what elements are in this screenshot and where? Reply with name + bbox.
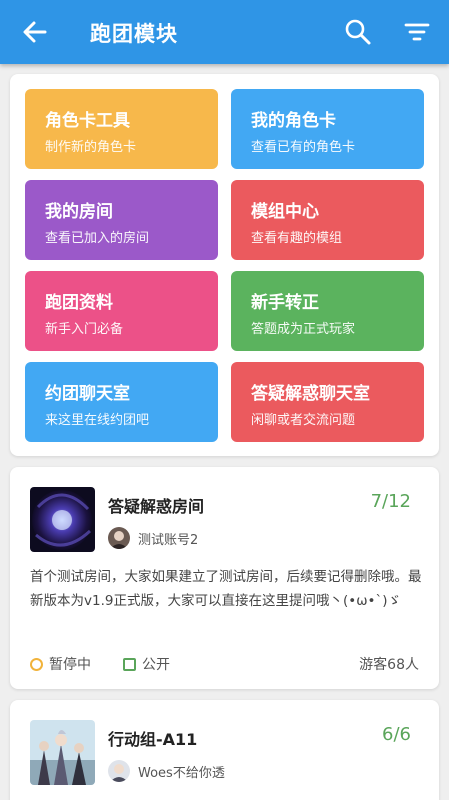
tile-title: 角色卡工具 [45,111,130,131]
avatar [108,760,130,782]
status-ring-icon [30,657,43,671]
room-visibility: 公开 [123,654,170,674]
room-status-label: 暂停中 [49,657,91,673]
tile-subtitle: 查看已加入的房间 [45,231,150,246]
visibility-square-icon [123,657,136,671]
room-name: 答疑解惑房间 [108,497,205,516]
tile-character-card-tool[interactable]: 角色卡工具 制作新的角色卡 [25,89,218,169]
room-thumbnail [30,720,95,785]
page-title: 跑团模块 [90,22,178,46]
tile-subtitle: 闲聊或者交流问题 [251,413,356,428]
room-name: 行动组-A11 [108,730,198,749]
tile-subtitle: 查看已有的角色卡 [251,140,356,155]
tile-subtitle: 来这里在线约团吧 [45,413,150,428]
room-player-count: 6/6 [382,724,411,745]
filter-icon[interactable] [402,17,432,47]
tile-title: 新手转正 [251,293,319,313]
tile-subtitle: 答题成为正式玩家 [251,322,356,337]
room-card[interactable]: 答疑解惑房间 7/12 测试账号2 首个测试房间，大家如果建立了测试房间，后续要… [10,467,439,689]
tile-my-character-cards[interactable]: 我的角色卡 查看已有的角色卡 [231,89,424,169]
tile-subtitle: 查看有趣的模组 [251,231,343,246]
room-card[interactable]: 行动组-A11 6/6 Woes不给你透 [10,700,439,800]
room-visibility-label: 公开 [142,657,170,673]
tile-subtitle: 新手入门必备 [45,322,124,337]
tile-title: 跑团资料 [45,293,113,313]
tile-newbie-promotion[interactable]: 新手转正 答题成为正式玩家 [231,271,424,351]
tile-title: 我的房间 [45,202,113,222]
search-icon[interactable] [343,17,373,47]
tile-title: 答疑解惑聊天室 [251,384,370,404]
tile-my-rooms[interactable]: 我的房间 查看已加入的房间 [25,180,218,260]
tile-subtitle: 制作新的角色卡 [45,140,137,155]
app-bar: 跑团模块 [0,0,449,64]
room-player-count: 7/12 [370,491,411,512]
room-owner: Woes不给你透 [138,766,225,781]
tile-title: 模组中心 [251,202,319,222]
tile-title: 我的角色卡 [251,111,336,131]
avatar [108,527,130,549]
room-owner: 测试账号2 [138,533,199,548]
tile-title: 约团聊天室 [45,384,130,404]
room-description: 首个测试房间，大家如果建立了测试房间，后续要记得删除哦。最新版本为v1.9正式版… [30,569,422,609]
room-guest-count: 游客68人 [359,657,419,673]
feature-grid: 角色卡工具 制作新的角色卡 我的角色卡 查看已有的角色卡 我的房间 查看已加入的… [10,74,439,456]
tile-module-center[interactable]: 模组中心 查看有趣的模组 [231,180,424,260]
room-status: 暂停中 [30,654,91,674]
tile-trpg-resources[interactable]: 跑团资料 新手入门必备 [25,271,218,351]
tile-qa-chat[interactable]: 答疑解惑聊天室 闲聊或者交流问题 [231,362,424,442]
arrow-left-icon[interactable] [20,17,50,47]
tile-group-chat[interactable]: 约团聊天室 来这里在线约团吧 [25,362,218,442]
room-thumbnail [30,487,95,552]
